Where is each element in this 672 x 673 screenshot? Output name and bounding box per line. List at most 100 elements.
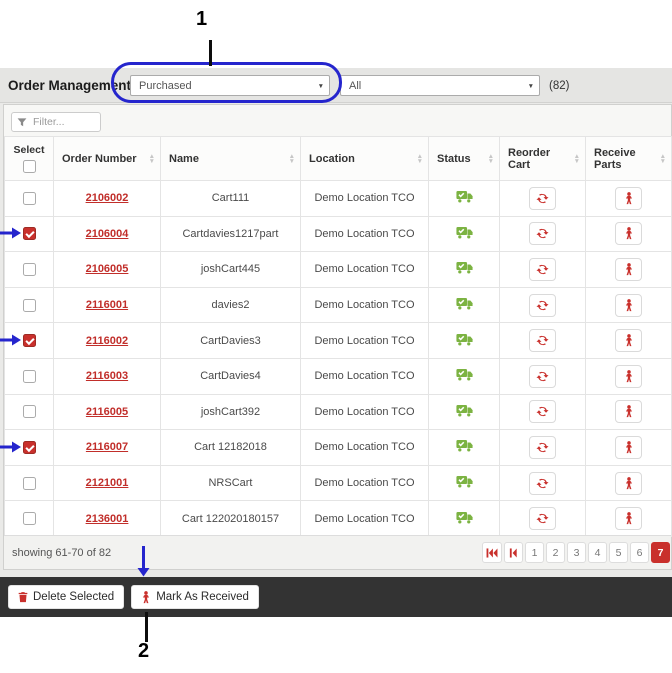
order-number-link[interactable]: 2116001 [86,299,128,311]
reorder-cart-button[interactable] [529,258,556,281]
table-row: 2106002Cart111Demo Location TCO [5,181,672,217]
mark-as-received-button[interactable]: Mark As Received [131,585,259,609]
receive-parts-button[interactable] [615,365,642,388]
status-filter-select[interactable]: Purchased ▼ [130,75,330,96]
table-row: 2121001NRSCartDemo Location TCO [5,465,672,501]
status-cell [429,181,500,217]
row-checkbox[interactable] [23,334,36,347]
delete-selected-button[interactable]: Delete Selected [8,585,124,609]
sync-icon [536,441,549,454]
chevron-down-icon: ▼ [318,83,324,90]
receive-parts-button[interactable] [615,329,642,352]
row-checkbox[interactable] [23,263,36,276]
filter-input[interactable] [31,115,95,129]
cart-name-cell: davies2 [161,287,301,323]
receive-parts-button[interactable] [615,258,642,281]
reorder-cart-button[interactable] [529,187,556,210]
table-row: 2116001davies2Demo Location TCO [5,287,672,323]
row-checkbox[interactable] [23,370,36,383]
row-checkbox[interactable] [23,299,36,312]
column-header-status[interactable]: Status ▲▼ [429,137,500,181]
column-header-receive-parts[interactable]: Receive Parts ▲▼ [586,137,672,181]
prev-page-button[interactable] [504,542,523,563]
header-bar: Order Management Purchased ▼ All ▼ (82) [0,68,672,103]
person-icon [624,512,634,525]
person-icon [624,334,634,347]
filter-input-box[interactable] [11,112,101,132]
sync-icon [536,370,549,383]
sync-icon [536,192,549,205]
reorder-cart-button[interactable] [529,329,556,352]
reorder-cart-button[interactable] [529,222,556,245]
row-checkbox[interactable] [23,405,36,418]
reorder-cart-cell [500,216,586,252]
page-button-2[interactable]: 2 [546,542,565,563]
reorder-cart-button[interactable] [529,472,556,495]
type-filter-select[interactable]: All ▼ [340,75,540,96]
order-number-cell: 2116003 [54,358,161,394]
select-all-checkbox[interactable] [23,160,36,173]
receive-parts-button[interactable] [615,294,642,317]
column-header-order-number[interactable]: Order Number ▲▼ [54,137,161,181]
reorder-cart-button[interactable] [529,294,556,317]
order-number-link[interactable]: 2116002 [86,335,128,347]
location-cell: Demo Location TCO [301,252,429,288]
location-cell: Demo Location TCO [301,181,429,217]
table-header-row: Select Order Number ▲▼ Name ▲▼ Location … [5,137,672,181]
receive-parts-button[interactable] [615,436,642,459]
order-number-link[interactable]: 2106005 [86,263,129,275]
reorder-cart-button[interactable] [529,365,556,388]
column-header-location[interactable]: Location ▲▼ [301,137,429,181]
select-cell [5,181,54,217]
status-cell [429,216,500,252]
annotation-pointer-line-1 [209,40,212,66]
pagination: 1234567 [482,542,670,563]
page-button-1[interactable]: 1 [525,542,544,563]
column-label: Name [169,153,199,165]
reorder-cart-button[interactable] [529,436,556,459]
receive-parts-cell [586,216,672,252]
truck-check-icon [456,297,473,310]
select-cell [5,358,54,394]
annotation-pointer-line-2 [145,612,148,642]
order-number-link[interactable]: 2116005 [86,406,128,418]
column-header-name[interactable]: Name ▲▼ [161,137,301,181]
reorder-cart-button[interactable] [529,507,556,530]
reorder-cart-cell [500,465,586,501]
first-page-button[interactable] [482,542,502,563]
page-button-4[interactable]: 4 [588,542,607,563]
reorder-cart-cell [500,501,586,537]
page-title: Order Management [8,68,131,103]
order-number-link[interactable]: 2116003 [86,370,128,382]
receive-parts-button[interactable] [615,222,642,245]
order-number-link[interactable]: 2116007 [86,441,128,453]
receive-parts-button[interactable] [615,507,642,530]
reorder-cart-button[interactable] [529,400,556,423]
page-button-3[interactable]: 3 [567,542,586,563]
order-number-link[interactable]: 2106002 [86,192,129,204]
select-cell [5,501,54,537]
receive-parts-button[interactable] [615,472,642,495]
page-button-6[interactable]: 6 [630,542,649,563]
row-checkbox[interactable] [23,477,36,490]
showing-count-text: showing 61-70 of 82 [12,536,111,570]
column-header-reorder-cart[interactable]: Reorder Cart ▲▼ [500,137,586,181]
page-button-7[interactable]: 7 [651,542,670,563]
row-checkbox[interactable] [23,512,36,525]
row-checkbox[interactable] [23,192,36,205]
sync-icon [536,512,549,525]
sort-arrows-icon: ▲▼ [660,154,666,164]
cart-name-cell: Cart 12182018 [161,430,301,466]
location-cell: Demo Location TCO [301,430,429,466]
row-checkbox[interactable] [23,227,36,240]
truck-check-icon [456,333,473,346]
receive-parts-button[interactable] [615,187,642,210]
order-number-link[interactable]: 2121001 [86,477,129,489]
order-number-link[interactable]: 2106004 [86,228,129,240]
receive-parts-button[interactable] [615,400,642,423]
reorder-cart-cell [500,358,586,394]
page-button-5[interactable]: 5 [609,542,628,563]
order-number-link[interactable]: 2136001 [86,513,129,525]
cart-name-cell: CartDavies4 [161,358,301,394]
row-checkbox[interactable] [23,441,36,454]
